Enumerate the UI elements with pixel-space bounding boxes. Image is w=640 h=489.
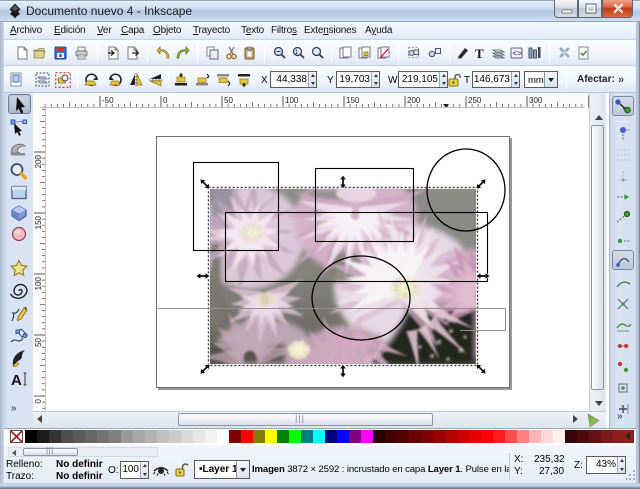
svg-text:T: T [475,46,484,60]
svg-text:A: A [11,372,22,388]
svg-text:200: 200 [407,96,421,105]
svg-text:50: 50 [224,96,233,105]
svg-text:150: 150 [346,96,360,105]
svg-text:250: 250 [468,96,482,105]
svg-text:100: 100 [285,96,299,105]
svg-text:0: 0 [34,398,43,403]
svg-text:50: 50 [34,337,43,346]
svg-text:150: 150 [34,215,43,229]
svg-text:200: 200 [34,154,43,168]
svg-text:0: 0 [163,96,168,105]
svg-text:300: 300 [529,96,543,105]
svg-text:<>: <> [513,49,523,58]
svg-text:100: 100 [34,276,43,290]
svg-text:-50: -50 [102,96,114,105]
